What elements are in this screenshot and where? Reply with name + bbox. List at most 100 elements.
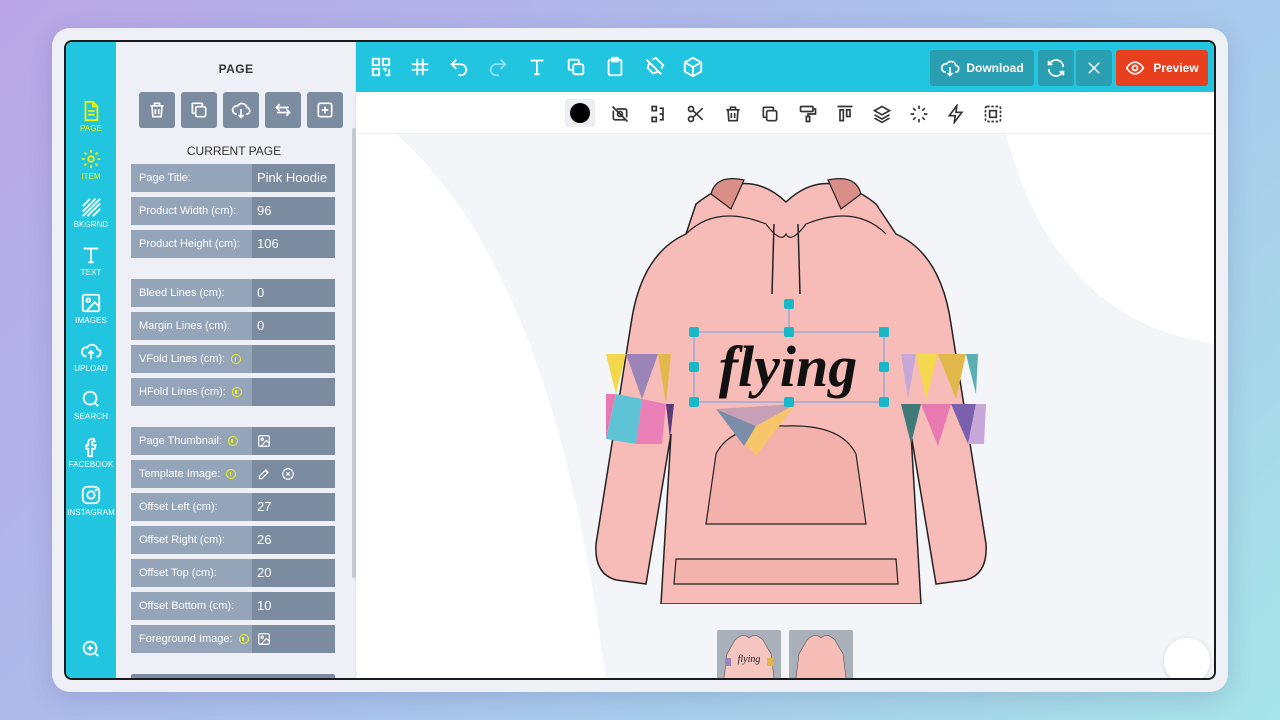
refresh-button[interactable] [1038,50,1074,86]
spinner-icon[interactable] [909,104,929,124]
rail-item-search[interactable]: SEARCH [66,388,116,434]
bleed-lines-field: Bleed Lines (cm): 0 [131,279,335,307]
copy-icon[interactable] [760,104,780,124]
layers-copy-icon[interactable] [565,56,587,78]
page-icon [84,100,99,122]
delete-page-button[interactable] [139,92,175,128]
product-width-field: Product Width (cm): 96 [131,197,335,225]
rail-label: ITEM [81,172,101,181]
rail-label: UPLOAD [74,364,108,373]
rail-label: FACEBOOK [68,460,114,469]
rail-item-facebook[interactable]: FACEBOOK [66,436,116,482]
product-height-field: Product Height (cm): 106 [131,230,335,258]
cloud-download-icon [231,102,251,119]
rail-item-item[interactable]: ITEM [66,148,116,194]
product-height-input[interactable]: 106 [252,230,335,258]
text-icon [83,247,99,264]
download-button[interactable]: Download [930,50,1034,86]
field-label: Offset Bottom (cm): [131,592,252,620]
layers-icon[interactable] [872,104,892,124]
field-label: Template Image: [139,468,221,480]
foreground-image-field: Foreground Image: [131,625,335,653]
gear-icon [81,149,101,169]
rail-item-images[interactable]: IMAGES [66,292,116,338]
rail-item-page[interactable]: PAGE [66,100,116,146]
duplicate-page-button[interactable] [181,92,217,128]
field-label: Offset Left (cm): [131,493,252,521]
field-label: VFold Lines (cm): [139,353,226,365]
offset-top-input[interactable]: 20 [252,559,335,587]
rail-item-instagram[interactable]: INSTAGRAM [66,484,116,530]
info-icon[interactable] [231,387,242,397]
preview-button[interactable]: Preview [1116,50,1208,86]
design-canvas[interactable]: flying flying [356,134,1214,678]
image-icon[interactable] [257,632,271,646]
lightning-icon[interactable] [946,102,966,126]
template-image-value [252,460,335,488]
redo-icon[interactable] [487,56,509,78]
zoom-icon[interactable] [80,638,102,660]
qr-code-icon[interactable] [370,56,392,78]
grid-icon[interactable] [409,56,431,78]
hide-image-icon[interactable] [610,104,630,124]
margin-lines-input[interactable]: 0 [252,312,335,340]
field-label-wrap: Template Image: [131,460,252,488]
align-icon[interactable] [648,104,668,124]
design-text[interactable]: flying [719,334,858,399]
hfold-lines-input[interactable] [252,378,335,406]
next-field-partial [131,674,335,678]
text-icon[interactable] [526,56,548,78]
color-picker[interactable] [565,99,595,127]
trash-icon[interactable] [723,104,743,124]
offset-right-input[interactable]: 26 [252,526,335,554]
image-icon[interactable] [257,434,271,448]
info-icon[interactable] [238,634,249,644]
image-icon [81,293,101,313]
page-title-input[interactable]: Pink Hoodie [252,164,335,192]
remove-icon[interactable] [281,467,295,481]
rail-item-background[interactable]: BKGRND [66,196,116,242]
field-label-wrap: VFold Lines (cm): [131,345,252,373]
undo-icon[interactable] [448,56,470,78]
instagram-icon [81,485,101,505]
page-thumbnail-back[interactable] [789,630,853,678]
3d-box-icon[interactable] [682,56,704,78]
stripes-icon [82,198,101,217]
help-fab[interactable] [1164,638,1210,678]
info-icon[interactable] [227,436,238,446]
offset-bottom-input[interactable]: 10 [252,592,335,620]
info-icon[interactable] [226,469,237,479]
select-area-icon[interactable] [983,104,1003,124]
offset-left-field: Offset Left (cm): 27 [131,493,335,521]
cloud-download-icon [941,60,960,77]
close-button[interactable] [1076,50,1112,86]
bleed-lines-input[interactable]: 0 [252,279,335,307]
scissors-icon[interactable] [686,104,706,124]
page-thumbnail-front[interactable]: flying [717,630,781,678]
clipboard-icon[interactable] [604,56,626,78]
add-page-button[interactable] [307,92,343,128]
rail-item-upload[interactable]: UPLOAD [66,340,116,386]
page-thumbnail-field: Page Thumbnail: [131,427,335,455]
field-label: Product Height (cm): [131,230,252,258]
info-icon[interactable] [231,354,242,364]
field-label: Offset Right (cm): [131,526,252,554]
swap-page-button[interactable] [265,92,301,128]
refresh-icon [1047,59,1065,77]
rail-item-text[interactable]: TEXT [66,244,116,290]
field-label: HFold Lines (cm): [139,386,226,398]
product-width-input[interactable]: 96 [252,197,335,225]
rail-label: PAGE [79,124,103,133]
paint-roller-icon[interactable] [798,104,818,124]
vfold-lines-input[interactable] [252,345,335,373]
rail-label: BKGRND [73,220,109,229]
clear-icon[interactable] [643,56,665,78]
rail-label: TEXT [80,268,102,277]
align-top-icon[interactable] [835,104,855,124]
offset-left-input[interactable]: 27 [252,493,335,521]
field-label: Offset Top (cm): [131,559,252,587]
foreground-image-value [252,625,335,653]
edit-icon[interactable] [257,467,271,481]
download-page-button[interactable] [223,92,259,128]
field-label: Foreground Image: [139,633,233,645]
